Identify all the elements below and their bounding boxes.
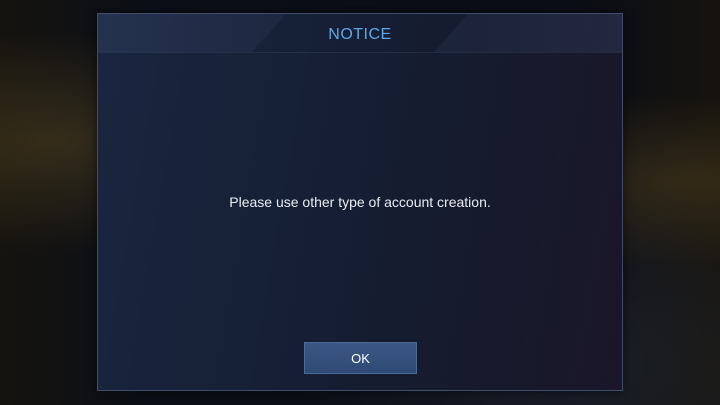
notice-dialog: NOTICE Please use other type of account … [97, 13, 623, 391]
header-divider [98, 52, 622, 53]
ok-button[interactable]: OK [304, 342, 417, 374]
dialog-title: NOTICE [328, 26, 392, 43]
ok-button-label: OK [351, 350, 370, 366]
dialog-message: Please use other type of account creatio… [229, 194, 491, 210]
